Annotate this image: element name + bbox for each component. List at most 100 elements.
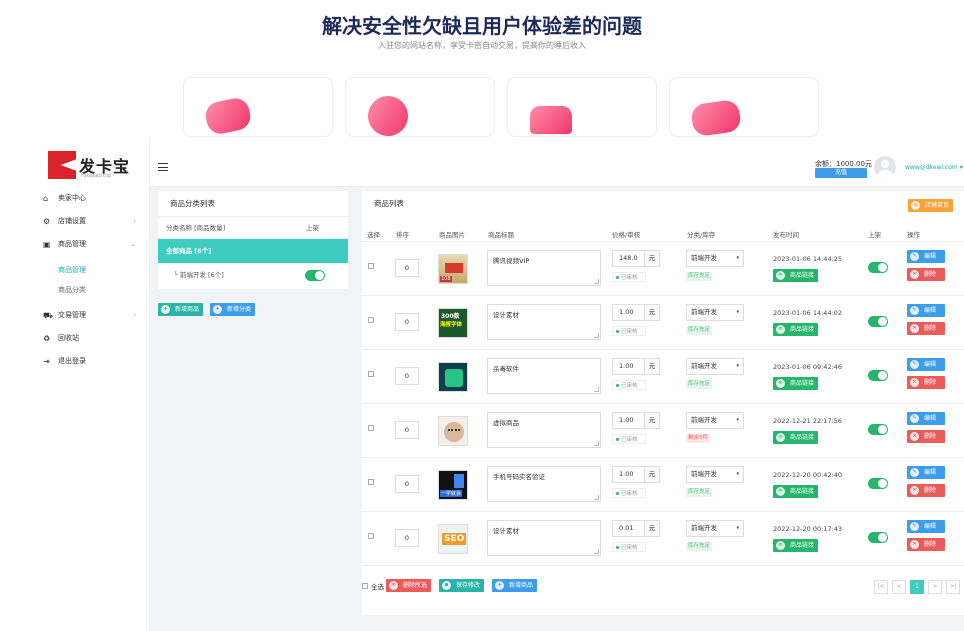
status-toggle[interactable] (868, 370, 888, 381)
col-actions: 操作 (907, 231, 920, 239)
col-date: 发布时间 (773, 231, 799, 239)
price-input[interactable]: 1.00 元 (612, 412, 660, 429)
close-icon: × (910, 378, 919, 387)
delete-button[interactable]: × 删除 (907, 484, 945, 497)
category-all[interactable]: 全部商品 [6个] (158, 239, 348, 263)
sidebar-item-product-mgmt[interactable]: ▣ 商品管理 ⌄ (0, 233, 150, 256)
sort-input[interactable]: 0 (395, 367, 419, 385)
save-changes-button[interactable]: ▪ 保存修改 (439, 579, 485, 592)
category-table-header: 分类名称 [商品数量] 上架 (158, 217, 348, 239)
category-row[interactable]: └ 前端开发 [6个] (158, 263, 348, 287)
row-checkbox[interactable] (368, 479, 374, 485)
add-product-button[interactable]: + 新增商品 (158, 303, 204, 316)
add-product-footer-button[interactable]: + 新增商品 (492, 579, 538, 592)
pager-last[interactable]: >| (946, 580, 960, 594)
feature-illustration (690, 98, 742, 136)
product-link-button[interactable]: ∞ 商品链接 (773, 269, 819, 282)
edit-button[interactable]: ✎ 编辑 (907, 358, 945, 371)
product-link-button[interactable]: ∞ 商品链接 (773, 431, 819, 444)
sort-input[interactable]: 0 (395, 529, 419, 547)
product-title-field[interactable]: 手机号码实名验证 (487, 466, 601, 502)
row-checkbox[interactable] (368, 317, 374, 323)
pager-prev[interactable]: < (892, 580, 906, 594)
product-title-field[interactable]: 杀毒软件 (487, 358, 601, 394)
delete-selected-button[interactable]: × 删除所选 (386, 579, 432, 592)
price-input[interactable]: 1.00 元 (612, 358, 660, 375)
category-select[interactable]: 前端开发 ▾ (686, 250, 744, 267)
stock-badge: 剩余5件 (686, 434, 710, 443)
status-toggle[interactable] (868, 532, 888, 543)
status-toggle[interactable] (868, 262, 888, 273)
status-toggle[interactable] (868, 478, 888, 489)
edit-button[interactable]: ✎ 编辑 (907, 466, 945, 479)
product-title-field[interactable]: 腾讯视频VIP (487, 250, 601, 286)
sidebar-item-shop-settings[interactable]: ⚙ 店铺设置 › (0, 210, 150, 233)
edit-button[interactable]: ✎ 编辑 (907, 412, 945, 425)
product-link-button[interactable]: ∞ 商品链接 (773, 485, 819, 498)
category-value: 前端开发 (691, 308, 717, 316)
sidebar-item-logout[interactable]: ⇥ 退出登录 (0, 350, 150, 373)
sidebar-subitem-products[interactable]: 商品管理 (0, 260, 150, 280)
avatar[interactable] (874, 156, 896, 178)
pager-page-1[interactable]: 1 (910, 580, 924, 594)
product-link-button[interactable]: ∞ 商品链接 (773, 323, 819, 336)
category-select[interactable]: 前端开发 ▾ (686, 358, 744, 375)
product-title-field[interactable]: 设计素材 (487, 304, 601, 340)
sort-input[interactable]: 0 (395, 313, 419, 331)
category-select[interactable]: 前端开发 ▾ (686, 520, 744, 537)
sidebar-item-recycle-bin[interactable]: ♻ 回收站 (0, 327, 150, 350)
select-all-checkbox[interactable] (362, 583, 368, 589)
sidebar-item-label: 交易管理 (58, 311, 86, 319)
edit-button[interactable]: ✎ 编辑 (907, 520, 945, 533)
link-icon: ∞ (776, 487, 785, 496)
menu-icon[interactable] (158, 163, 168, 171)
user-email-dropdown[interactable]: www@dkewl.com ▾ (905, 164, 963, 171)
pager-first[interactable]: |< (874, 580, 888, 594)
recharge-button[interactable]: 充值 (815, 168, 867, 178)
category-value: 前端开发 (691, 470, 717, 478)
category-select[interactable]: 前端开发 ▾ (686, 304, 744, 321)
status-toggle[interactable] (868, 316, 888, 327)
sort-input[interactable]: 0 (395, 259, 419, 277)
link-icon: ∞ (776, 271, 785, 280)
category-select[interactable]: 前端开发 ▾ (686, 412, 744, 429)
price-input[interactable]: 1.00 元 (612, 466, 660, 483)
status-toggle[interactable] (868, 424, 888, 435)
link-icon: ∞ (776, 325, 785, 334)
add-category-button[interactable]: + 新增分类 (210, 303, 256, 316)
sidebar-item-trade-mgmt[interactable]: ⛟ 交易管理 › (0, 304, 150, 327)
price-input[interactable]: 0.01 元 (612, 520, 660, 537)
sidebar-item-label: 退出登录 (58, 357, 86, 365)
category-select[interactable]: 前端开发 ▾ (686, 466, 744, 483)
sidebar-item-seller-center[interactable]: ⌂ 卖家中心 (0, 187, 150, 210)
brand-logo[interactable]: 发卡宝 Fakabao.top (48, 151, 138, 183)
delete-button[interactable]: × 删除 (907, 430, 945, 443)
sort-input[interactable]: 0 (395, 421, 419, 439)
row-checkbox[interactable] (368, 533, 374, 539)
delete-button[interactable]: × 删除 (907, 268, 945, 281)
edit-button[interactable]: ✎ 编辑 (907, 250, 945, 263)
category-status-toggle[interactable] (305, 270, 325, 281)
logo-icon (48, 151, 76, 179)
delete-button[interactable]: × 删除 (907, 376, 945, 389)
product-title-field[interactable]: 设计素材 (487, 520, 601, 556)
category-value: 前端开发 (691, 362, 717, 370)
product-title-field[interactable]: 虚拟商品 (487, 412, 601, 448)
pager-next[interactable]: > (928, 580, 942, 594)
row-checkbox[interactable] (368, 263, 374, 269)
sidebar-subitem-categories[interactable]: 商品分类 (0, 280, 150, 300)
delete-button[interactable]: × 删除 (907, 538, 945, 551)
sort-input[interactable]: 0 (395, 475, 419, 493)
delete-button[interactable]: × 删除 (907, 322, 945, 335)
table-row: 0 设计素材 0.01 元已审核 前端开发 ▾ 库存充足 2022-12-20 00:17:4… (362, 512, 964, 566)
product-link-button[interactable]: ∞ 商品链接 (773, 377, 819, 390)
row-checkbox[interactable] (368, 371, 374, 377)
product-link-button[interactable]: ∞ 商品链接 (773, 539, 819, 552)
price-input[interactable]: 1.00 元 (612, 304, 660, 321)
edit-button[interactable]: ✎ 编辑 (907, 304, 945, 317)
shop-home-button[interactable]: ⌂ 店铺首页 (908, 199, 954, 212)
plus-icon: + (161, 305, 170, 314)
row-checkbox[interactable] (368, 425, 374, 431)
gear-icon: ⚙ (43, 217, 51, 226)
price-input[interactable]: 148.0 元 (612, 250, 660, 267)
